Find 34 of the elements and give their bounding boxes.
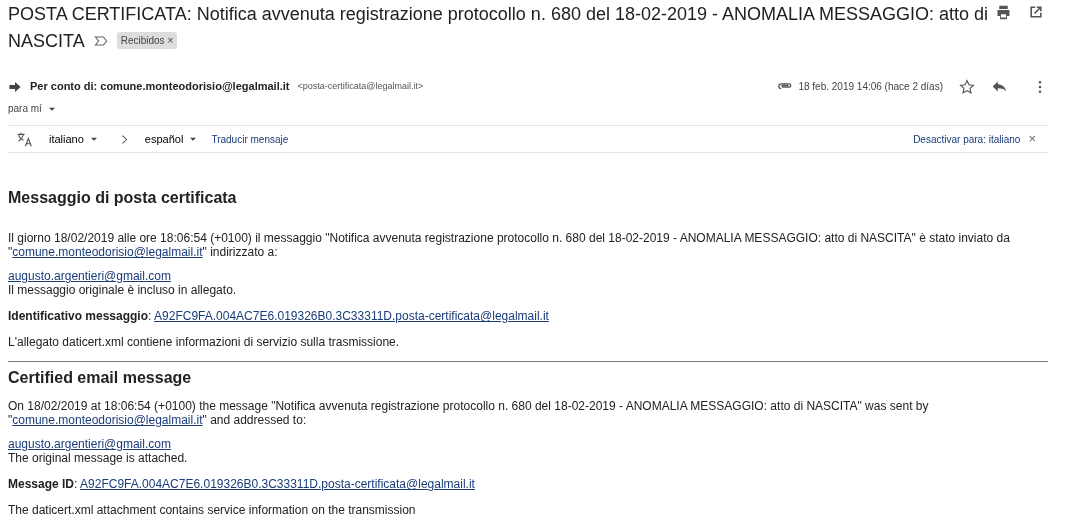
target-language-dropdown[interactable]: español: [144, 130, 200, 148]
external-link-icon: [1028, 4, 1044, 20]
attached-note: The original message is attached.: [8, 451, 189, 466]
translate-link[interactable]: Traducir mensaje: [211, 131, 289, 147]
message-paragraph: On 18/02/2019 at 18:06:54 (+0100) the message "Notifica avvenuta registrazione protocollo n. 680 del 18-02-2019 - ANOMALIA MESSAGGIO: atto di NASCITA" was sent by "comune.monteodorisio@legalmail.it" and addressed to:: [8, 399, 930, 428]
disable-translation-link[interactable]: Desactivar para: italiano: [913, 131, 1021, 147]
star-icon[interactable]: [959, 78, 975, 95]
message-paragraph: Il giorno 18/02/2019 alle ore 18:06:54 (+0100) il messaggio "Notifica avvenuta registrazione protocollo n. 680 del 18-02-2019 - ANOMALIA MESSAGGIO: atto di NASCITA" è stato inviato da "comune.monteodorisio@legalmail.it" indirizzato a:: [8, 231, 1011, 260]
sender-address: <posta-certificata@legalmail.it>: [297, 79, 424, 93]
translate-icon: [16, 130, 33, 148]
sender-name: Per conto di: comune.monteodorisio@legalmail.it: [30, 79, 290, 95]
source-language-dropdown[interactable]: italiano: [49, 130, 100, 148]
sender-link[interactable]: comune.monteodorisio@legalmail.it: [12, 413, 203, 428]
message-date: 18 feb. 2019 14:06 (hace 2 días): [798, 80, 943, 94]
service-note: The daticert.xml attachment contains service information on the transmission: [8, 503, 417, 518]
sender-link[interactable]: comune.monteodorisio@legalmail.it: [12, 245, 203, 260]
section-heading: Certified email message: [8, 368, 193, 388]
attached-note: Il messaggio originale è incluso in allegato.: [8, 283, 238, 298]
email-subject: POSTA CERTIFICATA: Notifica avvenuta registrazione protocollo n. 680 del 18-02-2019 - ANOMALIA MESSAGGIO: atto di: [8, 3, 989, 26]
recipient-dropdown[interactable]: para mí: [8, 101, 58, 116]
open-new-window-button[interactable]: [1028, 4, 1044, 20]
message-id-line: Identificativo messaggio: A92FC9FA.004AC7E6.019326B0.3C33311D.posta-certificata@legalmail.it: [8, 309, 550, 324]
print-icon: [995, 4, 1012, 21]
email-subject: NASCITA: [8, 30, 85, 53]
recipient-link[interactable]: augusto.argentieri@gmail.com: [8, 269, 171, 284]
message-id-link[interactable]: A92FC9FA.004AC7E6.019326B0.3C33311D.posta-certificata@legalmail.it: [154, 309, 549, 324]
service-note: L'allegato daticert.xml contiene informazioni di servizio sulla trasmissione.: [8, 335, 401, 350]
print-button[interactable]: [995, 4, 1012, 21]
message-id-link[interactable]: A92FC9FA.004AC7E6.019326B0.3C33311D.posta-certificata@legalmail.it: [80, 477, 475, 492]
close-button[interactable]: ×: [1028, 129, 1048, 149]
section-heading: Messaggio di posta certificata: [8, 188, 238, 208]
message-id-line: Message ID: A92FC9FA.004AC7E6.019326B0.3C33311D.posta-certificata@legalmail.it: [8, 477, 476, 492]
label-chip[interactable]: Recibidos ×: [116, 32, 178, 49]
recipient-link[interactable]: augusto.argentieri@gmail.com: [8, 437, 171, 452]
